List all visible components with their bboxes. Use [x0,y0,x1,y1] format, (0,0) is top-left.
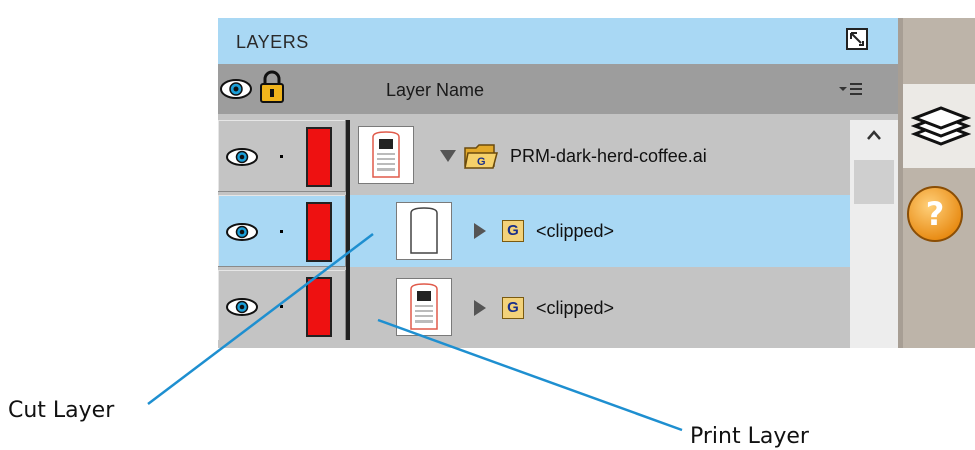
layer-controls [218,270,346,346]
svg-text:?: ? [926,195,945,233]
print-layer-callout: Print Layer [690,424,809,449]
layer-row-file[interactable]: G PRM-dark-herd-coffee.ai [218,120,850,192]
layer-thumbnail [396,202,452,260]
scrollbar-thumb[interactable] [854,160,894,204]
expand-triangle-icon[interactable] [474,223,486,239]
group-icon: G [502,297,524,319]
panel-bottom-edge [218,340,850,348]
label-thumbnail-icon [372,131,400,178]
svg-text:G: G [477,156,486,168]
scroll-up-arrow-icon[interactable] [866,128,882,142]
panel-dock: ? [898,18,975,348]
layer-name: PRM-dark-herd-coffee.ai [510,146,707,166]
layer-name: <clipped> [536,298,615,318]
expand-triangle-icon[interactable] [440,150,456,162]
layer-color-swatch [306,127,332,187]
layer-name: <clipped> [536,221,615,241]
layers-stack-icon [911,106,971,146]
layer-color-swatch [306,202,332,262]
group-icon: G [502,220,524,242]
vertical-scrollbar[interactable] [850,120,898,348]
cut-layer-callout: Cut Layer [8,398,115,423]
layer-controls [218,120,346,192]
layers-dock-tab[interactable] [903,84,975,168]
layers-list: G PRM-dark-herd-coffee.ai G <clipped> G … [218,18,898,348]
visibility-eye-icon[interactable] [226,297,258,317]
column-separator [346,120,350,348]
visibility-eye-icon[interactable] [226,147,258,167]
target-dot[interactable] [280,305,283,308]
folder-icon: G [464,144,498,169]
label-thumbnail-icon [410,283,438,330]
layer-row-clipped-print[interactable]: G <clipped> [218,270,850,346]
layer-thumbnail [358,126,414,184]
help-question-icon[interactable]: ? [905,184,965,244]
expand-triangle-icon[interactable] [474,300,486,316]
visibility-eye-icon[interactable] [226,222,258,242]
layer-thumbnail [396,278,452,336]
cut-outline-thumbnail-icon [410,207,438,254]
layer-row-clipped-cut[interactable]: G <clipped> [218,195,850,267]
dock-divider [898,18,903,348]
layer-controls [218,195,346,267]
target-dot[interactable] [280,230,283,233]
layer-color-swatch [306,277,332,337]
target-dot[interactable] [280,155,283,158]
